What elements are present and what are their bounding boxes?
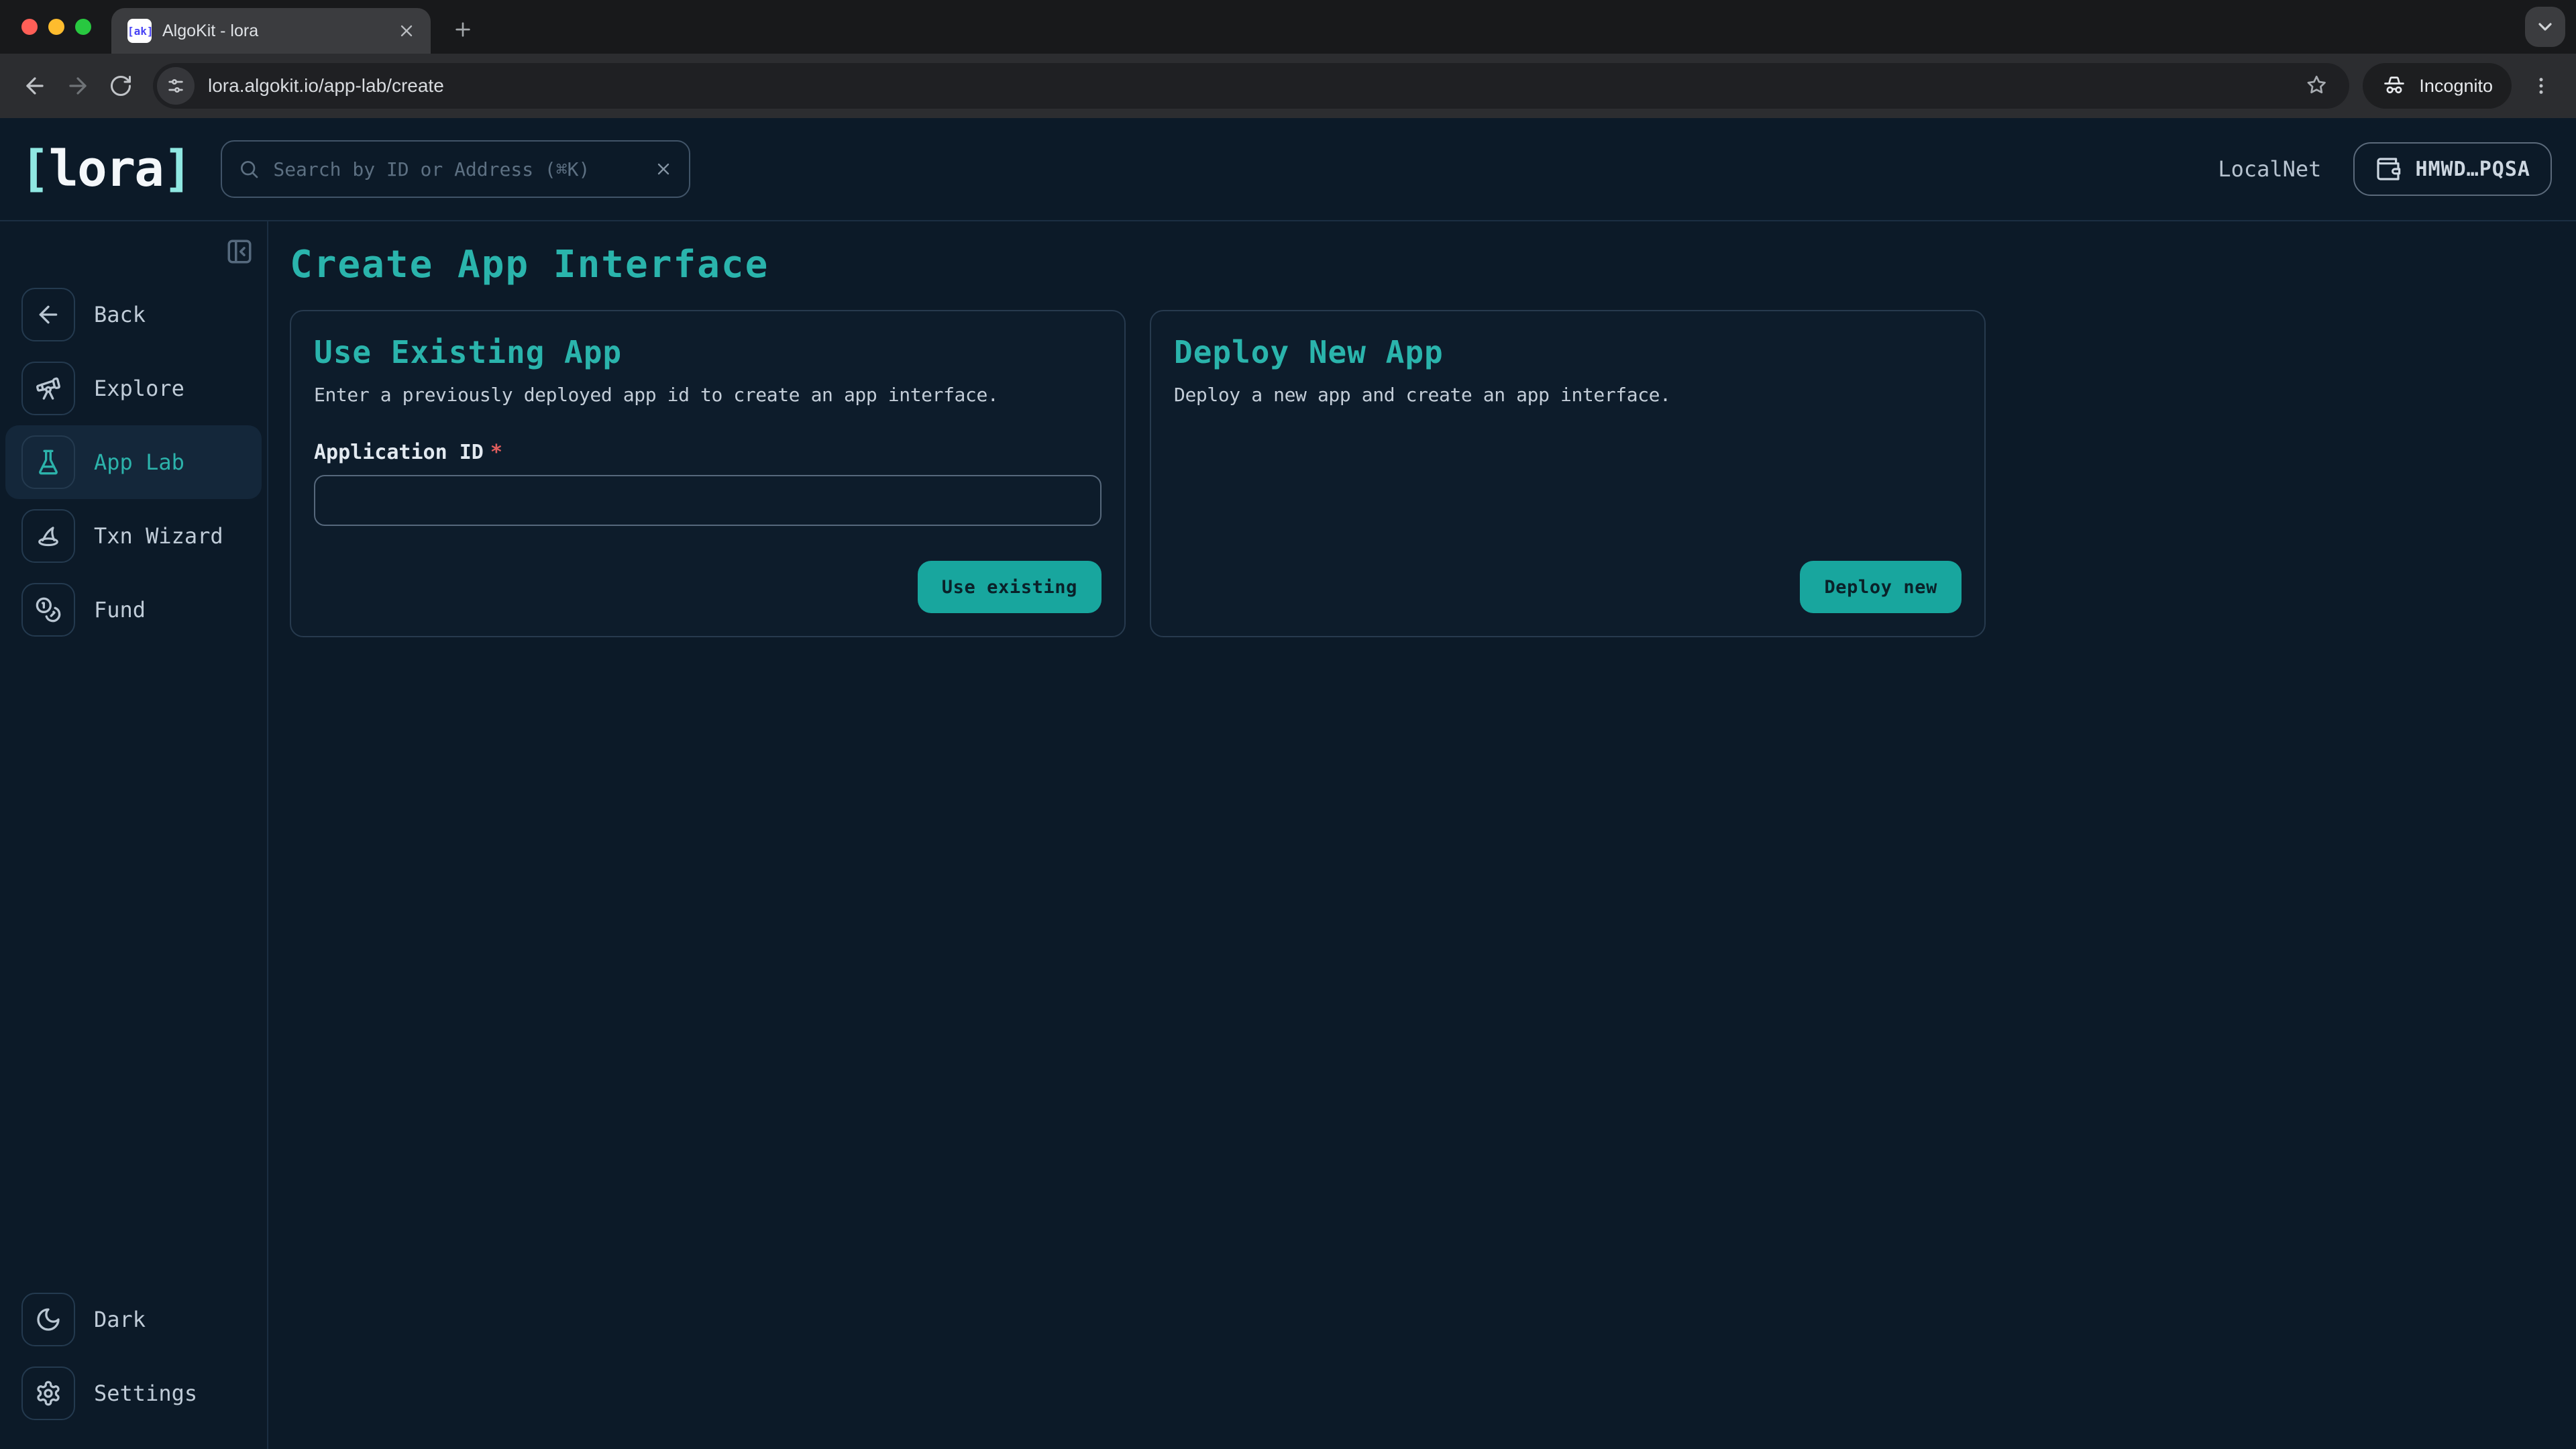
reload-icon[interactable] [99, 64, 142, 107]
wallet-address: HMWD…PQSA [2415, 158, 2530, 181]
new-tab-button[interactable] [445, 12, 480, 47]
coins-icon [21, 583, 75, 637]
deploy-new-button[interactable]: Deploy new [1800, 561, 1962, 613]
sidebar-item-label: Txn Wizard [94, 523, 223, 549]
network-label[interactable]: LocalNet [2218, 156, 2321, 182]
bookmark-star-icon[interactable] [2301, 70, 2333, 102]
sidebar-item-label: Settings [94, 1381, 197, 1406]
sidebar-item-fund[interactable]: Fund [5, 573, 262, 647]
sidebar-item-back[interactable]: Back [5, 278, 262, 352]
window-controls[interactable] [21, 19, 91, 35]
card-description: Enter a previously deployed app id to cr… [314, 384, 1102, 406]
sidebar-bottom: Dark Settings [0, 1283, 267, 1449]
sidebar-nav: Back Explore App Lab Txn Wizard [0, 278, 267, 647]
card-title: Deploy New App [1174, 334, 1962, 370]
browser-toolbar: lora.algokit.io/app-lab/create Incognito [0, 54, 2576, 118]
site-info-icon[interactable] [157, 67, 195, 105]
browser-menu-icon[interactable] [2520, 64, 2563, 107]
logo-bracket-left: [ [20, 140, 49, 198]
global-search[interactable] [221, 140, 690, 198]
sidebar-item-settings[interactable]: Settings [5, 1356, 262, 1430]
sidebar-collapse-icon[interactable] [225, 237, 254, 267]
url-text[interactable]: lora.algokit.io/app-lab/create [208, 75, 2301, 97]
sidebar-item-explore[interactable]: Explore [5, 352, 262, 425]
deploy-new-app-card: Deploy New App Deploy a new app and crea… [1150, 310, 1986, 637]
search-input[interactable] [273, 158, 641, 180]
sidebar-item-label: Explore [94, 376, 184, 401]
page-title: Create App Interface [290, 243, 2576, 288]
card-title: Use Existing App [314, 334, 1102, 370]
card-description: Deploy a new app and create an app inter… [1174, 384, 1962, 406]
sidebar: Back Explore App Lab Txn Wizard [0, 221, 268, 1449]
moon-icon [21, 1293, 75, 1346]
app-header: [lora] LocalNet HMWD…PQSA [0, 118, 2576, 221]
tab-search-chevron-button[interactable] [2525, 7, 2565, 47]
telescope-icon [21, 362, 75, 415]
maximize-window-button[interactable] [75, 19, 91, 35]
sidebar-item-txn-wizard[interactable]: Txn Wizard [5, 499, 262, 573]
minimize-window-button[interactable] [48, 19, 64, 35]
close-window-button[interactable] [21, 19, 38, 35]
wallet-button[interactable]: HMWD…PQSA [2353, 142, 2552, 196]
browser-tab[interactable]: [ak] AlgoKit - lora [111, 8, 431, 54]
wizard-hat-icon [21, 509, 75, 563]
lora-logo[interactable]: [lora] [20, 140, 191, 198]
tab-title: AlgoKit - lora [162, 21, 382, 41]
sidebar-item-app-lab[interactable]: App Lab [5, 425, 262, 499]
flask-icon [21, 435, 75, 489]
main-content: Create App Interface Use Existing App En… [268, 221, 2576, 1449]
back-nav-icon[interactable] [13, 64, 56, 107]
incognito-icon [2381, 73, 2407, 99]
incognito-badge: Incognito [2363, 63, 2512, 109]
sidebar-item-label: Fund [94, 597, 146, 623]
tab-close-icon[interactable] [393, 17, 420, 44]
sidebar-item-label: Back [94, 302, 146, 327]
logo-text: lora [49, 140, 163, 198]
sidebar-item-theme-toggle[interactable]: Dark [5, 1283, 262, 1356]
gear-icon [21, 1366, 75, 1420]
back-arrow-icon [21, 288, 75, 341]
required-asterisk: * [490, 441, 502, 464]
browser-titlebar: [ak] AlgoKit - lora [0, 0, 2576, 54]
forward-nav-icon[interactable] [56, 64, 99, 107]
sidebar-item-label: Dark [94, 1307, 146, 1332]
address-bar[interactable]: lora.algokit.io/app-lab/create [153, 63, 2349, 109]
application-id-label: Application ID* [314, 441, 1102, 464]
incognito-label: Incognito [2419, 76, 2493, 97]
wallet-icon [2375, 156, 2402, 182]
sidebar-item-label: App Lab [94, 449, 184, 475]
search-clear-icon[interactable] [654, 160, 673, 178]
use-existing-button[interactable]: Use existing [918, 561, 1102, 613]
tab-favicon: [ak] [127, 19, 152, 43]
search-icon [238, 158, 260, 180]
logo-bracket-right: ] [163, 140, 192, 198]
application-id-input[interactable] [314, 475, 1102, 526]
use-existing-app-card: Use Existing App Enter a previously depl… [290, 310, 1126, 637]
